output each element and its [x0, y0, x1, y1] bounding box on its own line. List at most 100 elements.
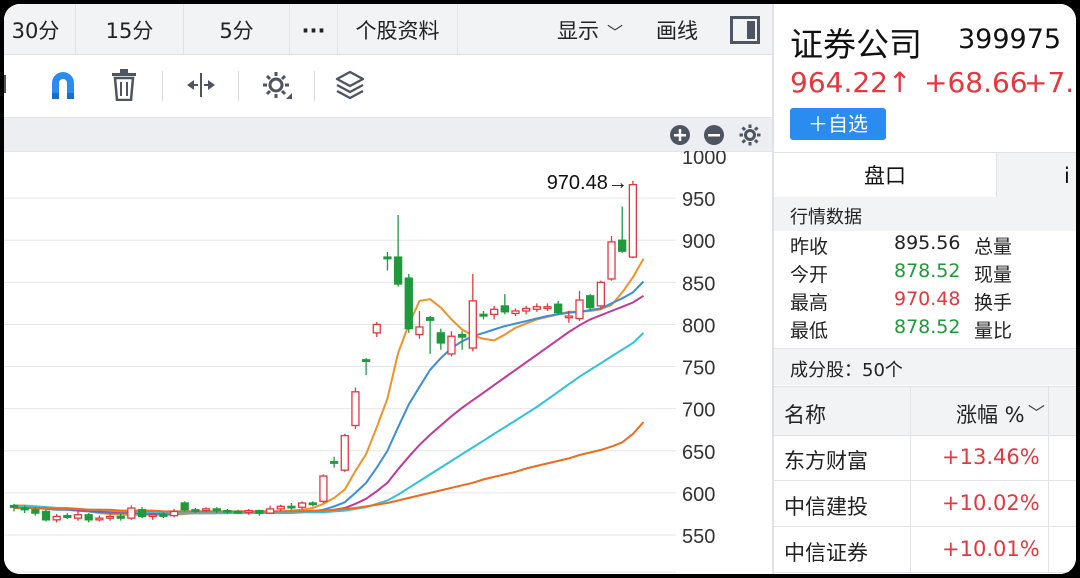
- candle-body[interactable]: [84, 514, 93, 521]
- candle-body[interactable]: [105, 515, 115, 519]
- candle-body[interactable]: [201, 508, 211, 512]
- tab-5min[interactable]: 5分: [184, 4, 290, 54]
- y-tick-label: 550: [682, 526, 715, 548]
- candle-body[interactable]: [415, 326, 424, 336]
- tab-more[interactable]: ···: [290, 4, 338, 54]
- gear-icon[interactable]: [260, 69, 296, 103]
- candle-body[interactable]: [265, 508, 275, 514]
- candle-body[interactable]: [479, 313, 488, 317]
- candle-body[interactable]: [340, 434, 349, 471]
- candle-body[interactable]: [52, 515, 61, 521]
- candle-body[interactable]: [63, 514, 72, 518]
- candle-body[interactable]: [159, 514, 168, 517]
- candle-body[interactable]: [522, 307, 531, 312]
- layers-icon[interactable]: [334, 69, 366, 101]
- candle-body[interactable]: [596, 281, 605, 307]
- tab-order-book[interactable]: 盘口: [774, 153, 997, 197]
- candle-body[interactable]: [425, 317, 435, 321]
- candle-body[interactable]: [383, 256, 392, 260]
- stock-change-pct: +10.02%: [942, 491, 1040, 515]
- candle-body[interactable]: [137, 509, 147, 518]
- draw-line-button[interactable]: 画线: [656, 4, 698, 54]
- column-divider: [910, 481, 911, 526]
- candle-body[interactable]: [191, 509, 200, 512]
- candle-body[interactable]: [393, 256, 403, 285]
- candle-body[interactable]: [180, 502, 189, 511]
- candle-body[interactable]: [489, 308, 499, 315]
- candle-body[interactable]: [500, 305, 509, 313]
- candle-body[interactable]: [20, 507, 29, 511]
- tab-stock-info[interactable]: 个股资料: [338, 4, 458, 54]
- stock-name: 东方财富: [784, 449, 868, 473]
- candle-body[interactable]: [468, 300, 477, 349]
- candle-body[interactable]: [127, 507, 136, 519]
- tab-15min[interactable]: 15分: [76, 4, 184, 54]
- sort-chevron-icon[interactable]: ﹀: [1028, 399, 1045, 424]
- add-watchlist-button[interactable]: ＋自选: [790, 108, 886, 140]
- candle-body[interactable]: [586, 295, 595, 309]
- market-data-label: 最高: [790, 292, 829, 314]
- table-row[interactable]: 中信建投 +10.02%: [774, 481, 1076, 527]
- candle-body[interactable]: [319, 475, 328, 502]
- zoom-in-icon[interactable]: [669, 124, 691, 146]
- candle-body[interactable]: [436, 332, 445, 344]
- settings-icon[interactable]: [738, 123, 762, 147]
- candle-body[interactable]: [447, 335, 456, 355]
- candle-body[interactable]: [457, 333, 467, 338]
- column-divider: [910, 387, 911, 435]
- trash-icon[interactable]: [110, 69, 138, 101]
- table-row[interactable]: 中信证券 +10.01%: [774, 527, 1076, 573]
- market-data-right-label: 量比: [974, 320, 1013, 342]
- candle-body[interactable]: [543, 306, 552, 310]
- candle-body[interactable]: [628, 183, 638, 258]
- constituents-count: 成分股：50个: [790, 360, 903, 381]
- market-data-label: 今开: [790, 264, 829, 286]
- moving-average-line: [13, 332, 645, 515]
- tab-30min[interactable]: 30分: [4, 4, 76, 54]
- candle-body[interactable]: [233, 510, 243, 514]
- candle-body[interactable]: [116, 515, 125, 519]
- candlestick-chart[interactable]: 1000 950 900 850 800 750 700 650 600 550 970.48→: [4, 151, 772, 574]
- candle-body[interactable]: [73, 514, 83, 519]
- candle-body[interactable]: [276, 505, 285, 510]
- period-bar: 30分 15分 5分 ··· 个股资料 显示 ﹀ 画线: [4, 4, 772, 55]
- candle-body[interactable]: [532, 306, 541, 310]
- candle-body[interactable]: [372, 323, 381, 334]
- candle-body[interactable]: [95, 517, 104, 521]
- candle-body[interactable]: [351, 391, 360, 427]
- candle-body[interactable]: [9, 504, 19, 508]
- candle-body[interactable]: [297, 502, 307, 508]
- candle-body[interactable]: [255, 509, 264, 514]
- magnet-icon[interactable]: [48, 69, 78, 103]
- split-icon[interactable]: [184, 69, 218, 101]
- candle-body[interactable]: [564, 315, 573, 319]
- candle-body[interactable]: [329, 461, 339, 464]
- candle-body[interactable]: [607, 241, 616, 280]
- candle-body[interactable]: [404, 277, 413, 330]
- chart-toolbar: [4, 55, 772, 117]
- candle-body[interactable]: [31, 509, 40, 514]
- y-tick-label: 850: [682, 273, 715, 295]
- candle-body[interactable]: [148, 514, 157, 518]
- candle-body[interactable]: [554, 303, 563, 314]
- tab-more-info[interactable]: i: [1064, 153, 1070, 197]
- candle-body[interactable]: [244, 509, 253, 513]
- column-header-name[interactable]: 名称: [784, 399, 826, 429]
- candle-body[interactable]: [618, 239, 627, 252]
- zoom-out-icon[interactable]: [703, 124, 725, 146]
- display-menu[interactable]: 显示 ﹀: [557, 4, 623, 54]
- candle-body[interactable]: [511, 310, 520, 315]
- candle-body[interactable]: [169, 510, 179, 517]
- candle-body[interactable]: [308, 502, 317, 506]
- candle-body[interactable]: [41, 510, 51, 521]
- panel-toggle-icon[interactable]: [730, 16, 760, 44]
- stock-name: 中信证券: [784, 541, 868, 565]
- partial-tool-icon[interactable]: [4, 75, 10, 93]
- column-header-change[interactable]: 涨幅 %: [956, 399, 1025, 429]
- candle-body[interactable]: [575, 299, 584, 320]
- table-row[interactable]: 东方财富 +13.46%: [774, 435, 1076, 481]
- candle-body[interactable]: [361, 359, 371, 362]
- candle-body[interactable]: [223, 509, 232, 513]
- candle-body[interactable]: [212, 508, 221, 512]
- candle-body[interactable]: [287, 505, 296, 509]
